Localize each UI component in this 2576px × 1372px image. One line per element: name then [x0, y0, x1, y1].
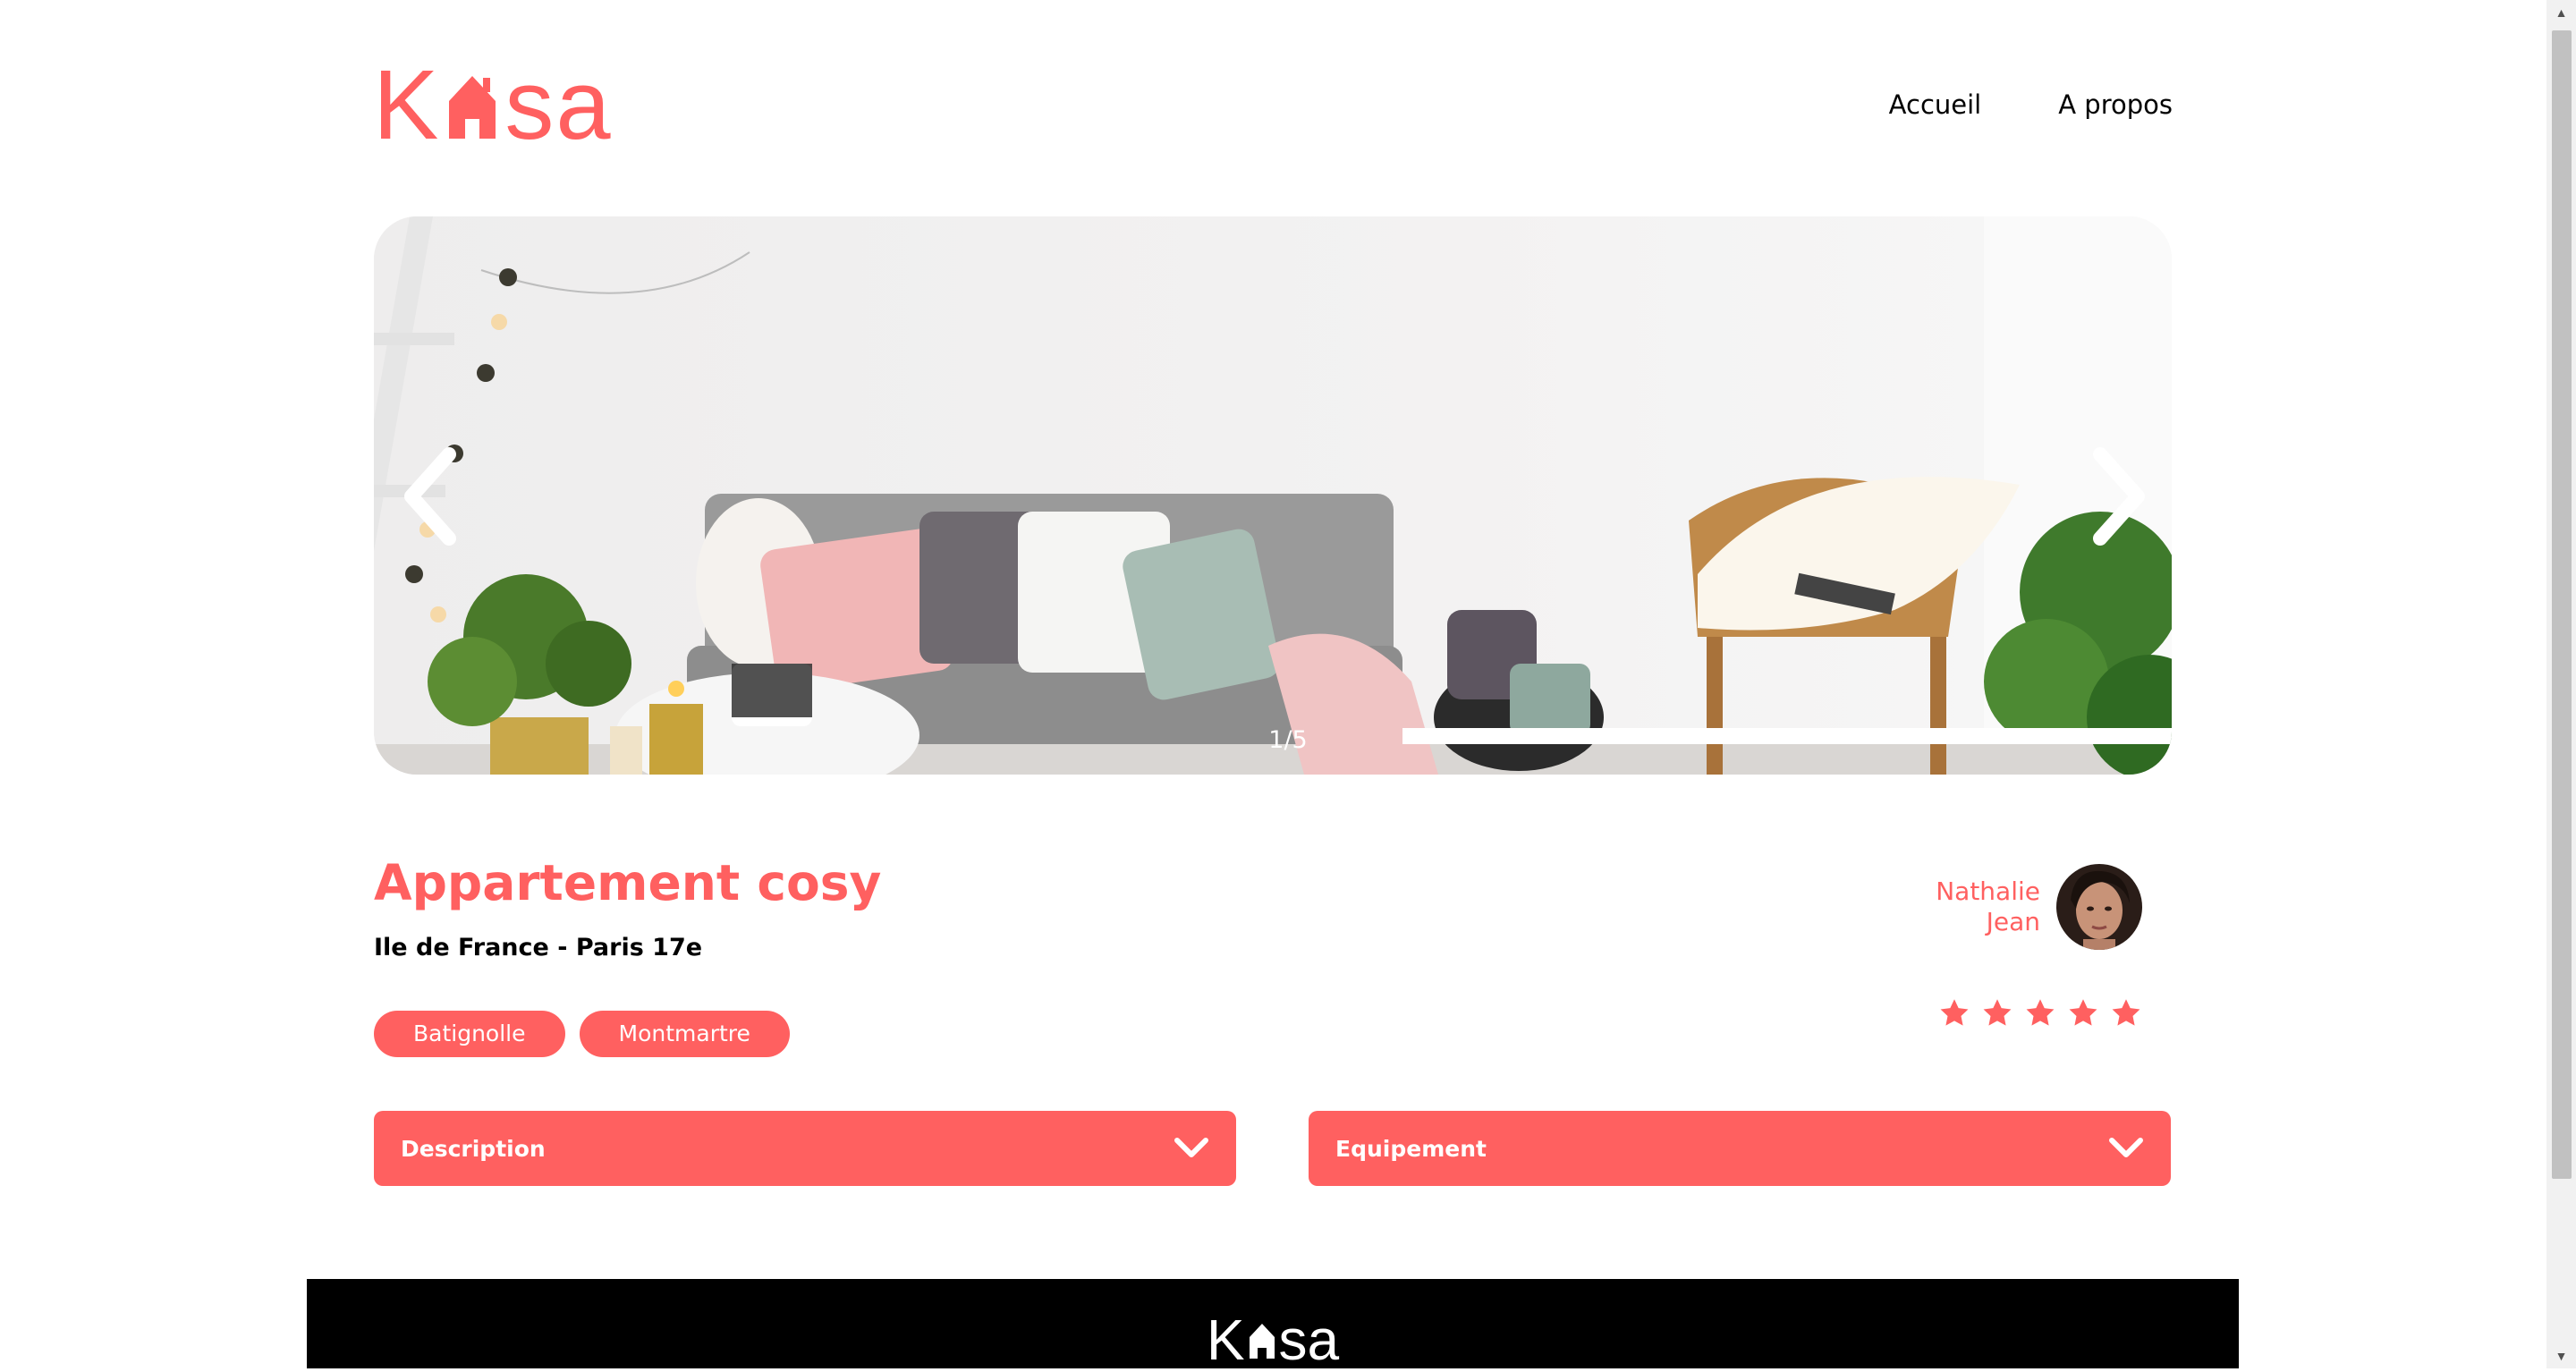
- collapse-equipement[interactable]: Equipement: [1309, 1111, 2171, 1186]
- host-first-name: Nathalie: [1936, 877, 2040, 906]
- star-icon: [2112, 999, 2140, 1026]
- chevron-left-icon: [404, 447, 456, 546]
- page: K sa Accueil A propos 1/5 Appartement co…: [0, 0, 2546, 1368]
- chevron-right-icon: [2093, 447, 2145, 546]
- host-avatar: [2056, 864, 2142, 950]
- logo-letters-sa: sa: [504, 50, 613, 160]
- carousel-prev-button[interactable]: [395, 447, 467, 546]
- avatar-photo: [2056, 864, 2142, 950]
- collapse-description[interactable]: Description: [374, 1111, 1236, 1186]
- host-last-name: Jean: [1986, 907, 2040, 936]
- scroll-thumb[interactable]: [2552, 30, 2572, 1179]
- footer-logo: K sa: [307, 1311, 2239, 1368]
- tag-montmartre: Montmartre: [579, 1011, 790, 1057]
- host-name: Nathalie Jean: [1936, 877, 2040, 937]
- footer: K sa: [307, 1279, 2239, 1368]
- star-icon: [2026, 999, 2055, 1026]
- logo-wordmark: K sa: [373, 50, 623, 160]
- main-nav: Accueil A propos: [1889, 89, 2173, 120]
- tag-list: Batignolle Montmartre: [374, 1011, 790, 1057]
- listing-title: Appartement cosy: [374, 854, 882, 911]
- rating-stars: [1938, 997, 2142, 1029]
- collapse-description-label: Description: [401, 1135, 546, 1162]
- house-icon: [1249, 1324, 1275, 1359]
- image-carousel: 1/5: [374, 216, 2172, 775]
- star-icon: [1983, 999, 2012, 1026]
- scroll-down-arrow-icon[interactable]: ▼: [2546, 1343, 2576, 1368]
- tag-batignolle: Batignolle: [374, 1011, 565, 1057]
- collapse-equipement-label: Equipement: [1335, 1135, 1487, 1162]
- chevron-down-icon[interactable]: [2108, 1137, 2144, 1160]
- chevron-down-icon[interactable]: [1174, 1137, 1209, 1160]
- listing-location: Ile de France - Paris 17e: [374, 934, 703, 961]
- kasa-logo[interactable]: K sa: [373, 50, 623, 160]
- host-info: Nathalie Jean: [1936, 864, 2142, 950]
- star-icon: [1940, 999, 1969, 1026]
- star-icon: [2069, 999, 2097, 1026]
- nav-link-accueil[interactable]: Accueil: [1889, 89, 1982, 120]
- scroll-up-arrow-icon[interactable]: ▲: [2546, 0, 2576, 25]
- carousel-photo: [374, 216, 2172, 775]
- nav-link-a-propos[interactable]: A propos: [2058, 89, 2173, 120]
- vertical-scrollbar[interactable]: ▲ ▼: [2546, 0, 2576, 1368]
- house-icon: [449, 76, 496, 139]
- footer-logo-letter-k: K: [1206, 1308, 1245, 1372]
- logo-letter-k: K: [373, 50, 441, 160]
- carousel-counter: 1/5: [1268, 726, 1308, 754]
- carousel-next-button[interactable]: [2082, 447, 2154, 546]
- footer-logo-letters-sa: sa: [1278, 1308, 1340, 1372]
